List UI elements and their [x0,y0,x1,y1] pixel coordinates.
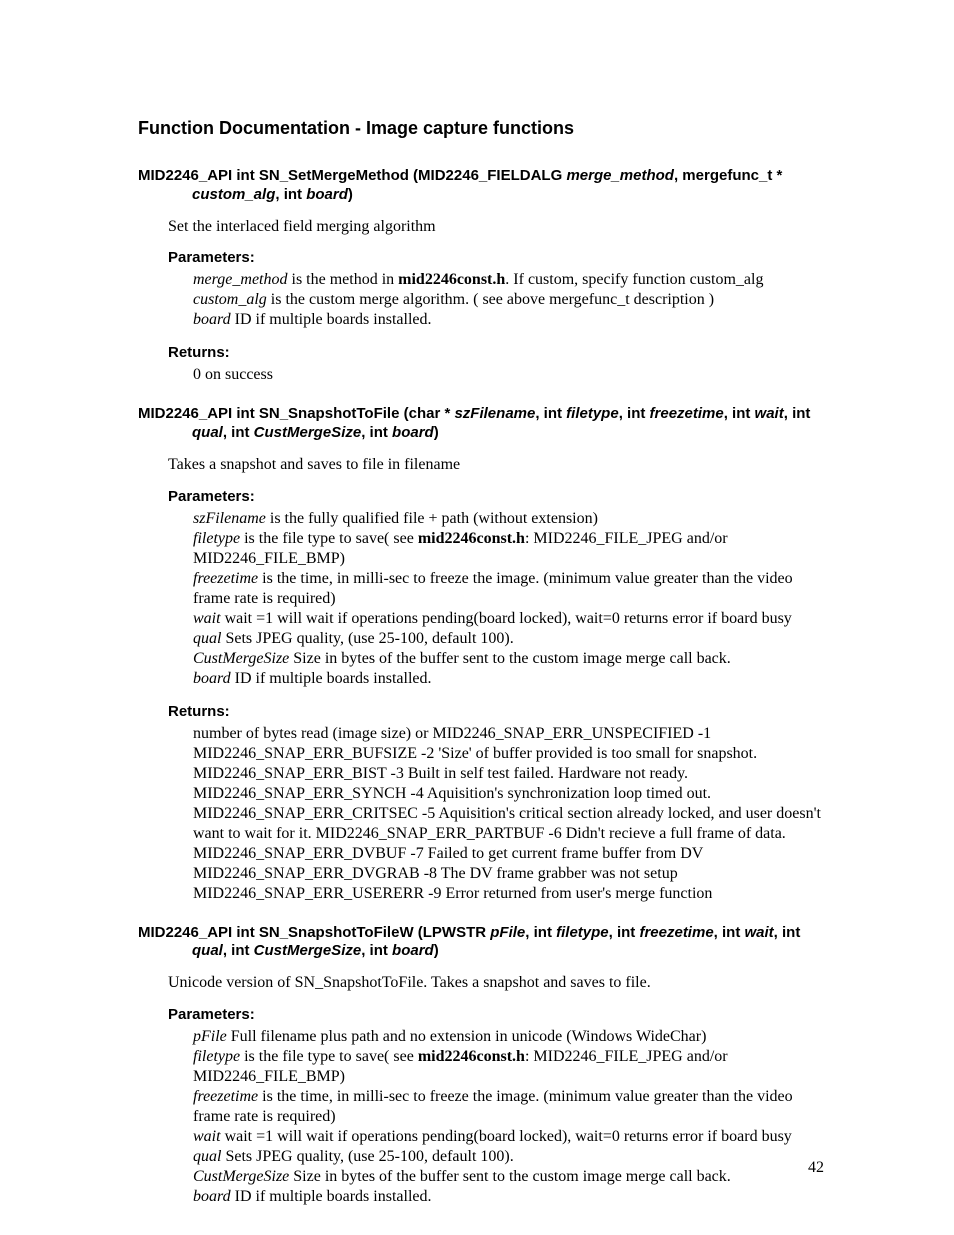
section-title: Function Documentation - Image capture f… [138,118,824,139]
returns-block: number of bytes read (image size) or MID… [193,724,824,904]
returns-heading: Returns: [168,703,824,720]
function-description: Set the interlaced field merging algorit… [168,217,824,238]
parameters-block: pFile Full filename plus path and no ext… [193,1027,824,1207]
function-snapshottofilew: MID2246_API int SN_SnapshotToFileW (LPWS… [138,924,824,1207]
function-signature: MID2246_API int SN_SnapshotToFile (char … [138,405,824,443]
returns-block: 0 on success [193,365,824,385]
page-number: 42 [808,1159,824,1177]
function-snapshottofile: MID2246_API int SN_SnapshotToFile (char … [138,405,824,903]
function-setmergemethod: MID2246_API int SN_SetMergeMethod (MID22… [138,167,824,385]
parameters-heading: Parameters: [168,249,824,266]
function-signature: MID2246_API int SN_SnapshotToFileW (LPWS… [138,924,824,962]
page: Function Documentation - Image capture f… [0,0,954,1235]
parameters-heading: Parameters: [168,1006,824,1023]
parameters-heading: Parameters: [168,488,824,505]
returns-heading: Returns: [168,344,824,361]
parameters-block: szFilename is the fully qualified file +… [193,509,824,689]
function-description: Unicode version of SN_SnapshotToFile. Ta… [168,973,824,994]
function-description: Takes a snapshot and saves to file in fi… [168,455,824,476]
function-signature: MID2246_API int SN_SetMergeMethod (MID22… [138,167,824,205]
parameters-block: merge_method is the method in mid2246con… [193,270,824,330]
